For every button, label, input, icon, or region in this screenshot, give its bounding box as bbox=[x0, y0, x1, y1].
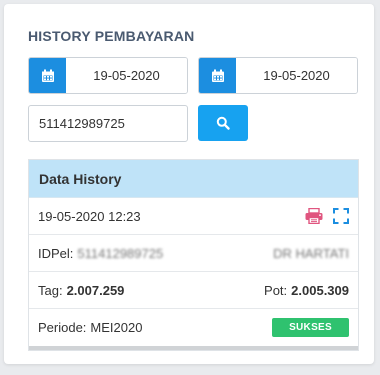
idpel-value: 511412989725 bbox=[77, 245, 164, 261]
tag-value: 2.007.259 bbox=[66, 282, 125, 298]
panel-footer bbox=[29, 346, 358, 350]
datetime-row: 19-05-2020 12:23 bbox=[29, 198, 358, 235]
date-to-input[interactable] bbox=[236, 58, 357, 93]
tag-label: Tag: bbox=[38, 282, 63, 298]
calendar-icon[interactable] bbox=[29, 58, 66, 93]
expand-icon[interactable] bbox=[333, 208, 349, 224]
periode-row: Periode: MEI2020 SUKSES bbox=[29, 309, 358, 346]
panel-title: Data History bbox=[29, 160, 358, 198]
pot-value: 2.005.309 bbox=[291, 282, 349, 298]
periode-value: MEI2020 bbox=[90, 320, 143, 335]
history-panel: Data History 19-05-2020 12:23 IDPel: 511… bbox=[28, 159, 359, 351]
amount-row: Tag: 2.007.259 Pot: 2.005.309 bbox=[29, 272, 358, 309]
periode-label: Periode: bbox=[38, 320, 87, 335]
transaction-datetime: 19-05-2020 12:23 bbox=[38, 208, 141, 224]
page-title: HISTORY PEMBAYARAN bbox=[28, 28, 195, 44]
idpel-label: IDPel: bbox=[38, 245, 74, 261]
pot-label: Pot: bbox=[264, 282, 288, 298]
idpel-row: IDPel: 511412989725 DR HARTATI bbox=[29, 235, 358, 272]
customer-name: DR HARTATI bbox=[273, 245, 349, 261]
print-icon[interactable] bbox=[305, 208, 323, 224]
search-icon bbox=[216, 116, 230, 130]
date-from-group bbox=[28, 57, 188, 94]
calendar-icon[interactable] bbox=[199, 58, 236, 93]
search-button[interactable] bbox=[198, 105, 248, 141]
status-badge: SUKSES bbox=[272, 318, 349, 337]
idpel-input[interactable] bbox=[28, 105, 188, 142]
date-to-group bbox=[198, 57, 358, 94]
history-card: HISTORY PEMBAYARAN 19-05-2020 19-05-2020… bbox=[4, 4, 374, 364]
date-from-input[interactable] bbox=[66, 58, 187, 93]
